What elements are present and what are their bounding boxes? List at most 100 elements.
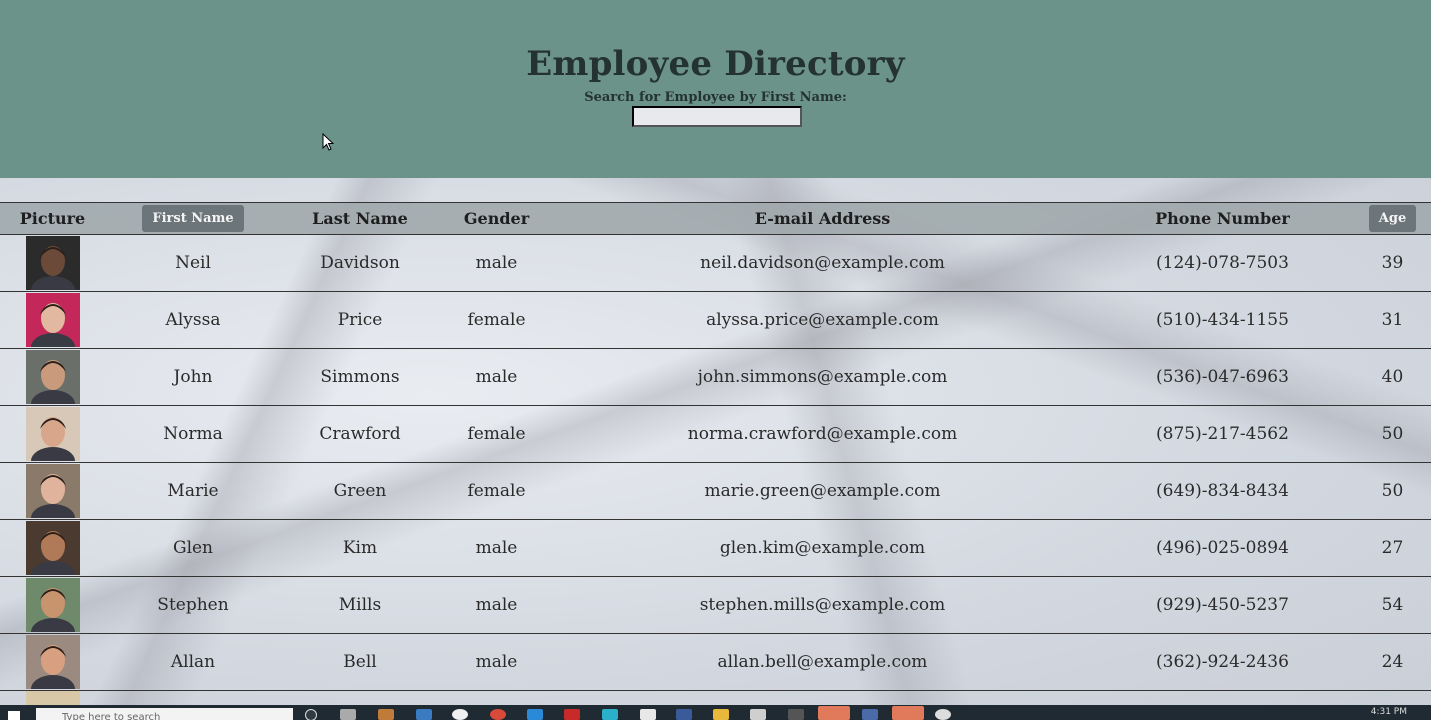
- avatar-cell: [0, 576, 105, 634]
- avatar: [25, 635, 80, 689]
- spotify-icon[interactable]: [818, 706, 850, 720]
- age-cell: 24: [1354, 633, 1431, 691]
- table-row: Norma Crawford female norma.crawford@exampl…: [0, 405, 1431, 463]
- table-row: John Simmons male john.simmons@example.com(…: [0, 348, 1431, 406]
- table-row: Neil Davidson male neil.davidson@example.co…: [0, 234, 1431, 292]
- email-cell: neil.davidson@example.com: [554, 234, 1091, 292]
- start-button-icon[interactable]: [8, 711, 20, 720]
- avatar: [25, 521, 80, 575]
- gender-cell: male: [439, 519, 554, 577]
- chrome-icon[interactable]: [490, 709, 506, 720]
- first-name-cell: Glen: [105, 519, 281, 577]
- first-name-cell: Marie: [105, 462, 281, 520]
- last-name-cell: Mills: [281, 576, 439, 634]
- taskbar-search-box[interactable]: Type here to search: [36, 708, 293, 720]
- email-cell: norma.crawford@example.com: [554, 405, 1091, 463]
- windows-taskbar: Type here to search 4:31 PM: [0, 705, 1431, 720]
- employee-table: Picture First Name Last Name Gender E-ma…: [0, 202, 1431, 720]
- gender-cell: male: [439, 633, 554, 691]
- cortana-icon[interactable]: [305, 709, 317, 720]
- first-name-search-input[interactable]: [632, 106, 802, 127]
- app-teal-icon[interactable]: [602, 709, 618, 720]
- last-name-cell: Kim: [281, 519, 439, 577]
- mouse-cursor-icon: [322, 133, 334, 151]
- phone-cell: (536)-047-6963: [1091, 348, 1354, 406]
- app-diamond-icon[interactable]: [935, 709, 951, 720]
- email-cell: john.simmons@example.com: [554, 348, 1091, 406]
- age-cell: 50: [1354, 405, 1431, 463]
- column-header-picture: Picture: [0, 202, 105, 235]
- sort-age-button[interactable]: Age: [1368, 205, 1417, 232]
- app-dark-icon[interactable]: [788, 709, 804, 720]
- phone-cell: (929)-450-5237: [1091, 576, 1354, 634]
- gender-cell: male: [439, 576, 554, 634]
- phone-cell: (649)-834-8434: [1091, 462, 1354, 520]
- store-icon[interactable]: [378, 709, 394, 720]
- phone-cell: (124)-078-7503: [1091, 234, 1354, 292]
- avatar: [25, 236, 80, 290]
- avatar: [25, 350, 80, 404]
- age-cell: 27: [1354, 519, 1431, 577]
- column-header-age: Age: [1354, 202, 1431, 235]
- table-row: Marie Green female marie.green@example.com(…: [0, 462, 1431, 520]
- file-explorer-icon[interactable]: [713, 709, 729, 720]
- last-name-cell: Price: [281, 291, 439, 349]
- app-red-icon[interactable]: [564, 709, 580, 720]
- table-row: Allan Bell male allan.bell@example.com (362)…: [0, 633, 1431, 691]
- avatar-cell: [0, 348, 105, 406]
- first-name-cell: Allan: [105, 633, 281, 691]
- gender-cell: female: [439, 462, 554, 520]
- vscode-icon[interactable]: [527, 709, 543, 720]
- avatar: [25, 578, 80, 632]
- column-header-first-name: First Name: [105, 202, 281, 235]
- first-name-cell: Alyssa: [105, 291, 281, 349]
- app-white-icon[interactable]: [640, 709, 656, 720]
- email-cell: allan.bell@example.com: [554, 633, 1091, 691]
- avatar: [25, 293, 80, 347]
- email-cell: alyssa.price@example.com: [554, 291, 1091, 349]
- app-pen-icon[interactable]: [750, 709, 766, 720]
- first-name-cell: Norma: [105, 405, 281, 463]
- age-cell: 50: [1354, 462, 1431, 520]
- last-name-cell: Bell: [281, 633, 439, 691]
- phone-cell: (362)-924-2436: [1091, 633, 1354, 691]
- age-cell: 39: [1354, 234, 1431, 292]
- email-cell: glen.kim@example.com: [554, 519, 1091, 577]
- search-label: Search for Employee by First Name:: [584, 90, 847, 105]
- phone-cell: (496)-025-0894: [1091, 519, 1354, 577]
- avatar: [25, 464, 80, 518]
- avatar-cell: [0, 234, 105, 292]
- table-header-row: Picture First Name Last Name Gender E-ma…: [0, 202, 1431, 235]
- age-cell: 54: [1354, 576, 1431, 634]
- taskbar-search-placeholder: Type here to search: [62, 712, 161, 720]
- column-header-last-name: Last Name: [281, 202, 439, 235]
- gender-cell: female: [439, 405, 554, 463]
- first-name-cell: Neil: [105, 234, 281, 292]
- page-header: Employee Directory Search for Employee b…: [0, 0, 1431, 178]
- taskbar-clock: 4:31 PM: [1370, 707, 1407, 717]
- sort-first-name-button[interactable]: First Name: [142, 205, 244, 232]
- last-name-cell: Simmons: [281, 348, 439, 406]
- app-green-icon[interactable]: [892, 706, 924, 720]
- avatar-cell: [0, 291, 105, 349]
- table-row: Alyssa Price female alyssa.price@example.co…: [0, 291, 1431, 349]
- gender-cell: male: [439, 348, 554, 406]
- email-cell: marie.green@example.com: [554, 462, 1091, 520]
- app-blue-icon[interactable]: [676, 709, 692, 720]
- avatar-cell: [0, 462, 105, 520]
- page-title: Employee Directory: [526, 44, 905, 84]
- app-chat-icon[interactable]: [862, 709, 878, 720]
- avatar-cell: [0, 633, 105, 691]
- gender-cell: female: [439, 291, 554, 349]
- mail-icon[interactable]: [416, 709, 432, 720]
- age-cell: 31: [1354, 291, 1431, 349]
- gender-cell: male: [439, 234, 554, 292]
- task-view-icon[interactable]: [340, 709, 356, 720]
- avatar: [25, 407, 80, 461]
- column-header-email: E-mail Address: [554, 202, 1091, 235]
- first-name-cell: John: [105, 348, 281, 406]
- last-name-cell: Green: [281, 462, 439, 520]
- column-header-phone: Phone Number: [1091, 202, 1354, 235]
- table-row: Stephen Mills male stephen.mills@example.co…: [0, 576, 1431, 634]
- steam-icon[interactable]: [452, 709, 468, 720]
